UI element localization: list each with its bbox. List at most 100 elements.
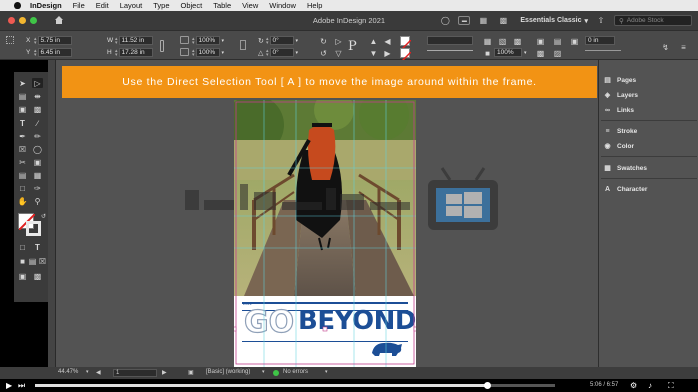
wrap-shape-icon[interactable]: ▩ — [512, 36, 523, 46]
settings-icon[interactable]: ⚙ — [630, 381, 637, 390]
chevron-down-icon[interactable]: ▾ — [262, 369, 265, 375]
stroke-panel-tab[interactable]: ≡ Stroke — [603, 127, 637, 135]
page-number-field[interactable]: 1 — [113, 369, 157, 377]
corner-offset-field[interactable]: 0 in — [585, 36, 615, 45]
stepper-arrows-icon[interactable]: ▴ ▾ — [266, 36, 269, 45]
menu-window[interactable]: Window — [269, 1, 296, 10]
select-container-icon[interactable]: ▲ — [368, 36, 379, 46]
layers-panel-tab[interactable]: ◈ Layers — [603, 91, 638, 100]
apple-icon[interactable] — [14, 2, 21, 9]
stepper-arrows-icon[interactable]: ▴ ▾ — [115, 48, 118, 57]
chevron-down-icon[interactable]: ▾ — [325, 369, 328, 375]
panel-menu-icon[interactable]: ≡ — [678, 42, 689, 52]
preview-mode-icon[interactable]: ▩ — [32, 271, 43, 281]
view-options-icon[interactable]: ▦ — [476, 15, 490, 27]
menu-table[interactable]: Table — [213, 1, 231, 10]
first-page-icon[interactable]: ◀ — [96, 369, 101, 376]
lightning-icon[interactable]: ↯ — [660, 42, 671, 52]
rectangle-frame-tool-icon[interactable]: ☒ — [17, 144, 28, 154]
fit-frame-icon[interactable]: ▨ — [552, 48, 563, 58]
direct-selection-tool-icon[interactable]: ▷ — [32, 78, 43, 88]
select-previous-icon[interactable]: ◀ — [382, 36, 393, 46]
menu-object[interactable]: Object — [181, 1, 203, 10]
pencil-tool-icon[interactable]: ✏ — [32, 131, 43, 141]
normal-view-icon[interactable]: ▣ — [17, 271, 28, 281]
free-transform-tool-icon[interactable]: ▣ — [32, 157, 43, 167]
opacity-field[interactable]: 100% — [494, 48, 522, 57]
arrange-documents-icon[interactable]: ▩ — [496, 15, 510, 27]
chevron-down-icon[interactable]: ▾ — [296, 50, 299, 56]
pages-panel-tab[interactable]: ▤ Pages — [603, 76, 636, 85]
selection-tool-icon[interactable]: ➤ — [17, 78, 28, 88]
line-tool-icon[interactable]: ∕ — [32, 118, 43, 128]
stepper-arrows-icon[interactable]: ▴ ▾ — [192, 36, 195, 45]
hand-tool-icon[interactable]: ✋ — [17, 196, 28, 206]
formatting-text-icon[interactable]: T — [32, 242, 43, 252]
rotation-field[interactable]: 0° — [269, 36, 294, 45]
links-panel-tab[interactable]: ∞ Links — [603, 106, 634, 114]
menu-layout[interactable]: Layout — [120, 1, 143, 10]
scale-x-field[interactable]: 100% — [195, 36, 220, 45]
stroke-weight-field[interactable] — [427, 36, 473, 45]
rotate-cw-icon[interactable]: ↻ — [318, 36, 329, 46]
stroke-swatch[interactable] — [400, 48, 412, 63]
next-icon[interactable]: ⏭ — [18, 381, 25, 391]
fit-content-icon[interactable]: ▩ — [535, 48, 546, 58]
scissors-tool-icon[interactable]: ✂ — [17, 157, 28, 167]
select-next-icon[interactable]: ▶ — [382, 48, 393, 58]
note-tool-icon[interactable]: □ — [17, 183, 28, 193]
chevron-down-icon[interactable]: ▾ — [296, 38, 299, 44]
menu-edit[interactable]: Edit — [96, 1, 109, 10]
video-progress-track[interactable] — [35, 382, 555, 389]
drop-shadow-icon[interactable]: ▤ — [552, 36, 563, 46]
menu-view[interactable]: View — [242, 1, 258, 10]
stroke-color-swatch[interactable] — [26, 221, 41, 236]
volume-icon[interactable]: ♪ — [648, 381, 652, 390]
lightbulb-icon[interactable]: ◯ — [438, 15, 452, 27]
constrain-scale-icon[interactable] — [240, 40, 246, 50]
chevron-down-icon[interactable]: ▾ — [524, 50, 527, 56]
ellipse-tool-icon[interactable]: ◯ — [32, 144, 43, 154]
workspace-switcher[interactable]: Essentials Classic ▾ — [520, 17, 588, 25]
preflight-icon[interactable]: ▣ — [188, 369, 194, 376]
wrap-icon[interactable]: ▦ — [482, 36, 493, 46]
menu-file[interactable]: File — [73, 1, 85, 10]
zoom-level[interactable]: 44.47% — [58, 369, 78, 375]
gradient-feather-tool-icon[interactable]: ▦ — [32, 170, 43, 180]
menu-help[interactable]: Help — [307, 1, 322, 10]
shear-field[interactable]: 0° — [269, 48, 294, 57]
gradient-swatch-tool-icon[interactable]: ▤ — [17, 170, 28, 180]
content-collector-icon[interactable]: ▣ — [17, 104, 28, 114]
reference-point-icon[interactable] — [6, 36, 14, 44]
stepper-arrows-icon[interactable]: ▴ ▾ — [34, 36, 37, 45]
screen-mode-icon[interactable]: ▬ — [458, 16, 471, 25]
fullscreen-icon[interactable]: ⛶ — [668, 381, 674, 391]
swatches-panel-tab[interactable]: ▦ Swatches — [603, 164, 647, 173]
flip-vertical-icon[interactable]: ▽ — [333, 48, 344, 58]
share-icon[interactable]: ⇧ — [594, 15, 608, 27]
flip-horizontal-icon[interactable]: ▷ — [333, 36, 344, 46]
color-panel-tab[interactable]: ◉ Color — [603, 142, 634, 151]
gap-tool-icon[interactable]: ⇼ — [32, 91, 43, 101]
apply-none-icon[interactable]: ☒ — [37, 256, 48, 266]
page-tool-icon[interactable]: ▤ — [17, 91, 28, 101]
character-panel-tab[interactable]: A Character — [603, 185, 647, 193]
stepper-arrows-icon[interactable]: ▴ ▾ — [34, 48, 37, 57]
scale-y-field[interactable]: 100% — [195, 48, 220, 57]
rotate-ccw-icon[interactable]: ↺ — [318, 48, 329, 58]
formatting-container-icon[interactable]: □ — [17, 242, 28, 252]
stepper-arrows-icon[interactable]: ▴ ▾ — [266, 48, 269, 57]
zoom-tool-icon[interactable]: ⚲ — [32, 196, 43, 206]
fill-swatch[interactable] — [400, 36, 412, 51]
eyedropper-tool-icon[interactable]: ✑ — [32, 183, 43, 193]
x-position-field[interactable]: 5.75 in — [37, 36, 72, 45]
next-page-icon[interactable]: ▶ — [162, 369, 167, 376]
content-placer-icon[interactable]: ▩ — [32, 104, 43, 114]
go-beyond-graphic[interactable]: 2021 GO BEYOND — [238, 297, 416, 363]
chevron-down-icon[interactable]: ▾ — [222, 38, 225, 44]
play-icon[interactable]: ▶ — [6, 381, 12, 390]
menu-type[interactable]: Type — [153, 1, 169, 10]
preflight-profile[interactable]: [Basic] (working) — [206, 369, 250, 375]
select-content-icon[interactable]: ▼ — [368, 48, 379, 58]
effects-icon[interactable]: ▣ — [535, 36, 546, 46]
